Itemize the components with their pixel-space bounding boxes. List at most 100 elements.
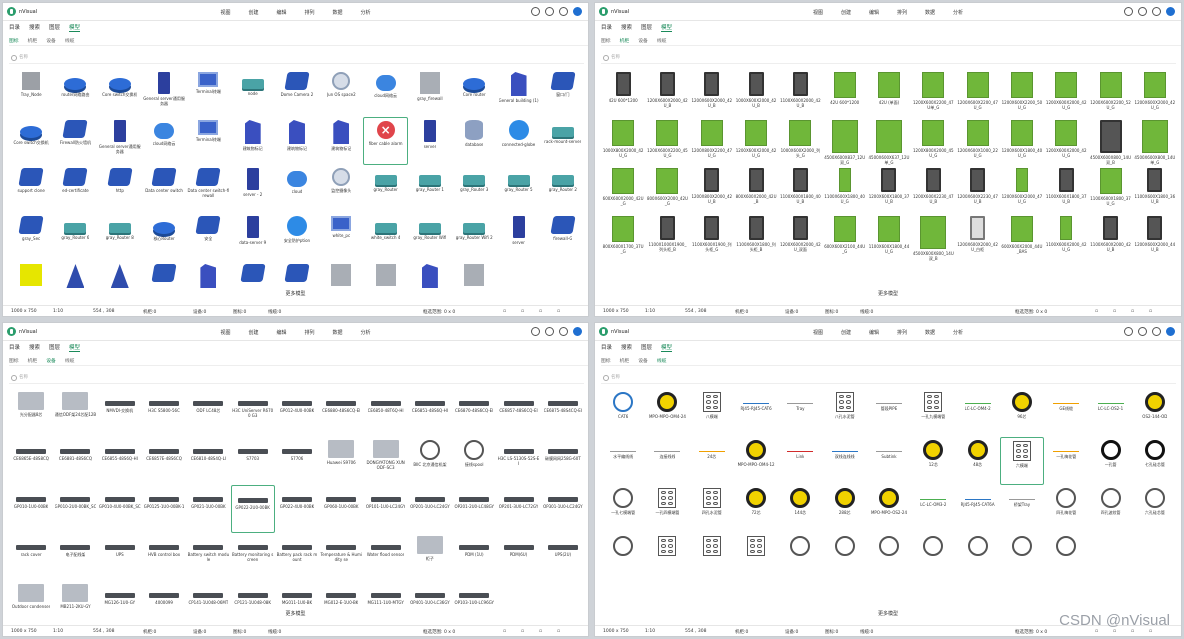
model-item[interactable]: S7706: [275, 437, 319, 485]
model-item[interactable]: 1100X600X2000_42U_G: [1044, 213, 1088, 261]
model-item[interactable]: OS2-144-OD: [1133, 389, 1177, 437]
search-icon[interactable]: [1124, 7, 1133, 16]
model-item[interactable]: RJ45-RJ45-CAT6A: [955, 485, 999, 533]
model-item[interactable]: node: [231, 69, 275, 117]
model-item[interactable]: Terminal终端: [186, 69, 230, 117]
model-item[interactable]: HVB control box: [142, 533, 186, 581]
model-item[interactable]: 800X600X2000_42U_B: [734, 165, 778, 213]
model-item[interactable]: 600X600X2000_42U_G: [601, 165, 645, 213]
menu-item-5[interactable]: 分析: [361, 329, 371, 336]
model-item[interactable]: 1100X600X1800_36U_B: [1133, 165, 1177, 213]
model-item[interactable]: gray_Router Wifi: [408, 213, 452, 261]
model-item[interactable]: 1200X600X1800_37U_B: [867, 165, 911, 213]
model-item[interactable]: 24芯: [690, 437, 734, 485]
model-item[interactable]: 1100X600X1800_40U_G: [823, 165, 867, 213]
nav-tab-2[interactable]: 图层: [49, 25, 60, 31]
search-input[interactable]: 名称: [601, 54, 1176, 64]
nav-tab-0[interactable]: 目录: [9, 25, 20, 31]
model-item[interactable]: [142, 261, 186, 309]
model-item[interactable]: 72芯: [734, 485, 778, 533]
model-item[interactable]: OP401-1U0-LC36GY: [408, 581, 452, 629]
model-item[interactable]: 1000X600X2000_列头_G: [778, 117, 822, 165]
model-item[interactable]: GP012-4U0-00BK: [275, 389, 319, 437]
model-item[interactable]: Tray: [778, 389, 822, 437]
model-item[interactable]: GP010-2U0-00BK_SC: [53, 485, 97, 533]
subtab-3[interactable]: 线缆: [65, 39, 75, 44]
model-item[interactable]: 核心Router: [142, 213, 186, 261]
model-item[interactable]: Core switch交换机: [98, 69, 142, 117]
model-item[interactable]: 八孔水泥管: [823, 389, 867, 437]
avatar[interactable]: [573, 327, 582, 336]
model-item[interactable]: 42U 600*1200: [601, 69, 645, 117]
model-item[interactable]: 1200X600X1800_40U_G: [1000, 117, 1044, 165]
nav-tab-2[interactable]: 图层: [641, 345, 652, 351]
model-item[interactable]: Core router: [452, 69, 496, 117]
menu-item-5[interactable]: 分析: [953, 9, 963, 16]
nav-tab-0[interactable]: 目录: [9, 345, 20, 351]
model-item[interactable]: [319, 261, 363, 309]
model-item[interactable]: 桥架Tray: [1000, 485, 1044, 533]
model-item[interactable]: gray_firewall: [408, 69, 452, 117]
model-item[interactable]: 电子配线架: [53, 533, 97, 581]
subtab-3[interactable]: 线缆: [65, 359, 75, 364]
menu-item-4[interactable]: 数据: [925, 329, 935, 336]
menu-item-1[interactable]: 创建: [248, 9, 258, 16]
model-item[interactable]: GP022-2U0-00BK: [230, 485, 275, 533]
more-models-link[interactable]: 更多模型: [3, 610, 588, 617]
model-item[interactable]: 柜子: [408, 533, 452, 581]
nav-tab-0[interactable]: 目录: [601, 25, 612, 31]
zoom-out-icon[interactable]: ▫: [521, 629, 524, 634]
zoom-in-icon[interactable]: ▫: [539, 629, 542, 634]
model-item[interactable]: 4500X600X637_12U单_G: [867, 117, 911, 165]
model-item[interactable]: BIIC 北京通信机架: [408, 437, 452, 485]
model-item[interactable]: 光分配器8芯: [9, 389, 53, 437]
model-item[interactable]: GP0125-1U0-00BK-1: [142, 485, 186, 533]
model-item[interactable]: 1200X600X2000_42U_B: [645, 69, 689, 117]
model-item[interactable]: Subtink: [867, 437, 911, 485]
settings-icon[interactable]: [559, 7, 568, 16]
menu-item-2[interactable]: 编辑: [276, 9, 286, 16]
search-input[interactable]: 名称: [9, 54, 584, 64]
model-item[interactable]: CE6850-48T6Q-HI: [363, 389, 407, 437]
subtab-2[interactable]: 设备: [638, 39, 648, 44]
model-item[interactable]: CAT6: [601, 389, 645, 437]
model-item[interactable]: 安全: [186, 213, 230, 261]
model-item[interactable]: gray_Router 2: [541, 165, 585, 213]
model-item[interactable]: [955, 533, 999, 581]
zoom-in-icon[interactable]: ▫: [539, 309, 542, 314]
model-item[interactable]: 1200X600X2000_42U_G: [1044, 117, 1088, 165]
model-item[interactable]: cloud网络云: [363, 69, 407, 117]
model-item[interactable]: 一孔七模端管: [601, 485, 645, 533]
zoom-out-icon[interactable]: ▫: [1113, 629, 1116, 634]
fullscreen-icon[interactable]: ▫: [557, 309, 560, 314]
model-item[interactable]: 四孔梅花管: [1044, 485, 1088, 533]
model-item[interactable]: OP201-3U0-LC72GY: [496, 485, 540, 533]
subtab-2[interactable]: 设备: [638, 359, 648, 364]
fit-icon[interactable]: ▫: [1095, 309, 1098, 314]
model-item[interactable]: 48芯: [955, 437, 999, 485]
model-item[interactable]: 七孔硅芯管: [1133, 437, 1177, 485]
help-icon[interactable]: [545, 7, 554, 16]
model-item[interactable]: 1200X600X2230_47U_B: [911, 165, 955, 213]
model-item[interactable]: 96芯: [1000, 389, 1044, 437]
model-item[interactable]: GP022-4U0-00BK: [275, 485, 319, 533]
model-item[interactable]: Tray_Node: [9, 69, 53, 117]
model-item[interactable]: 1200X600X2200_47U_G: [955, 69, 999, 117]
fit-icon[interactable]: ▫: [503, 629, 506, 634]
model-item[interactable]: Terminal终端: [186, 117, 230, 165]
subtab-2[interactable]: 设备: [46, 39, 56, 44]
model-item[interactable]: white_switch 4: [363, 213, 407, 261]
fullscreen-icon[interactable]: ▫: [1149, 629, 1152, 634]
model-item[interactable]: [867, 533, 911, 581]
model-item[interactable]: General server通用服务器: [142, 69, 186, 117]
model-item[interactable]: CE6875-48S4CQ-EI: [541, 389, 585, 437]
model-item[interactable]: Battery monitoring screen: [231, 533, 275, 581]
model-item[interactable]: rack-mount-server: [541, 117, 585, 165]
model-item[interactable]: server: [496, 213, 540, 261]
nav-tab-3[interactable]: 模型: [69, 345, 81, 352]
model-item[interactable]: UPS: [98, 533, 142, 581]
model-item[interactable]: [53, 261, 97, 309]
model-item[interactable]: gray_Router 8: [98, 213, 142, 261]
avatar[interactable]: [1166, 7, 1175, 16]
model-item[interactable]: 窗口/门: [541, 69, 585, 117]
